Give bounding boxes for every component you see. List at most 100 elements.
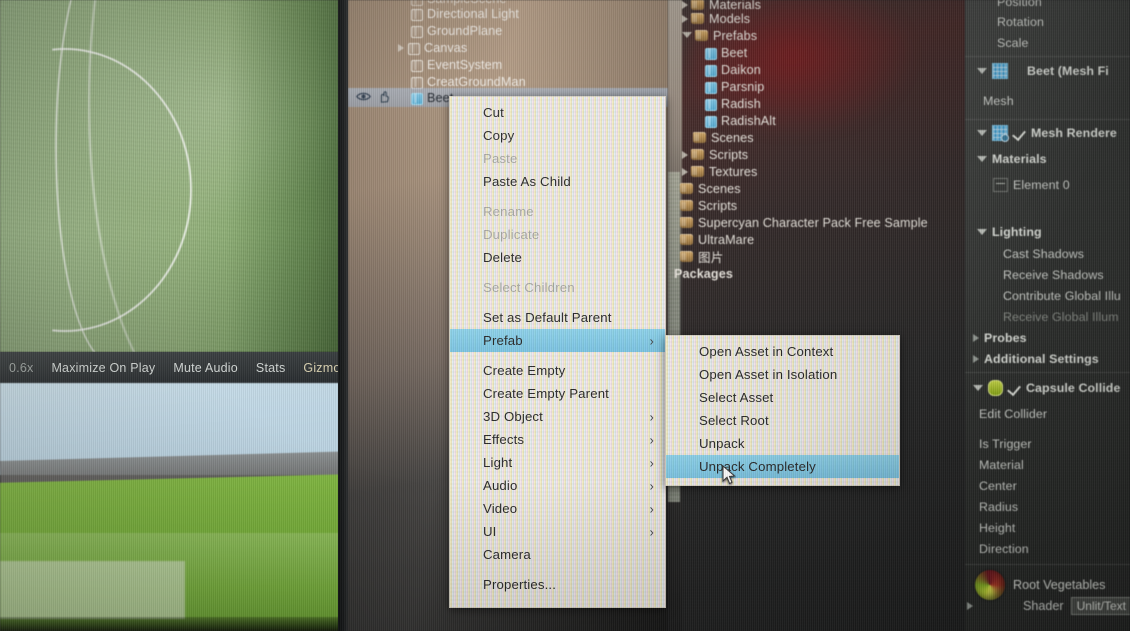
shader-dropdown[interactable]: Unlit/Text — [1070, 597, 1130, 615]
inspector-section-additional-settings[interactable]: Additional Settings — [965, 348, 1130, 369]
panel-splitter-left[interactable] — [338, 0, 348, 631]
menu-item-light[interactable]: Light › — [450, 451, 665, 474]
menu-item-create-empty-parent[interactable]: Create Empty Parent — [450, 382, 665, 405]
inspector-field-is-trigger[interactable]: Is Trigger — [965, 433, 1130, 454]
project-item-parsnip[interactable]: Parsnip — [668, 78, 965, 95]
game-view[interactable] — [0, 0, 346, 352]
menu-item-label: Properties... — [483, 577, 557, 592]
menu-item-properties[interactable]: Properties... — [450, 573, 665, 596]
submenu-item-unpack-completely[interactable]: Unpack Completely — [666, 455, 899, 478]
project-item-scripts-root[interactable]: Scripts — [668, 197, 965, 214]
project-item-beet[interactable]: Beet — [668, 44, 965, 61]
inspector-component-capsule-collider[interactable]: Capsule Collide — [965, 377, 1130, 398]
inspector-component-mesh-renderer[interactable]: Mesh Rendere — [965, 122, 1130, 143]
folder-icon — [680, 251, 693, 262]
project-panel[interactable]: Materials Models Prefabs Beet Daikon Par… — [668, 0, 965, 631]
context-menu[interactable]: Cut Copy Paste Paste As Child Rename Dup… — [449, 96, 666, 608]
inspector-section-lighting[interactable]: Lighting — [965, 221, 1130, 242]
chevron-right-icon[interactable] — [682, 0, 688, 9]
menu-item-effects[interactable]: Effects › — [450, 428, 665, 451]
project-item-models[interactable]: Models — [668, 10, 965, 27]
chevron-right-icon[interactable] — [398, 43, 404, 52]
menu-item-set-as-default-parent[interactable]: Set as Default Parent — [450, 306, 665, 329]
menu-item-label: Copy — [483, 128, 515, 143]
inspector-materials-element-0[interactable]: Element 0 — [965, 174, 1130, 195]
checkmark-icon[interactable] — [1013, 126, 1026, 139]
project-item-scripts-sub[interactable]: Scripts — [668, 146, 965, 163]
mute-audio-button[interactable]: Mute Audio — [164, 352, 247, 383]
project-item-packages[interactable]: Packages — [668, 265, 965, 282]
project-item-supercyan[interactable]: Supercyan Character Pack Free Sample — [668, 214, 965, 231]
inspector-field-mesh[interactable]: Mesh — [965, 90, 1130, 111]
menu-item-3d-object[interactable]: 3D Object › — [450, 405, 665, 428]
inspector-section-materials[interactable]: Materials — [965, 148, 1130, 169]
chevron-down-icon[interactable] — [973, 384, 983, 391]
hierarchy-item-eventsystem[interactable]: EventSystem — [348, 56, 668, 73]
inspector-field-cast-shadows[interactable]: Cast Shadows — [965, 243, 1130, 264]
inspector-field-height[interactable]: Height — [965, 517, 1130, 538]
project-item-radishalt[interactable]: RadishAlt — [668, 112, 965, 129]
project-item-textures[interactable]: Textures — [668, 163, 965, 180]
inspector-field-center[interactable]: Center — [965, 475, 1130, 496]
game-view-toolbar[interactable]: 0.6x Maximize On Play Mute Audio Stats G… — [0, 352, 364, 383]
scene-view[interactable] — [0, 383, 346, 631]
menu-item-copy[interactable]: Copy — [450, 124, 665, 147]
inspector-component-mesh-filter[interactable]: Beet (Mesh Fi — [965, 60, 1130, 81]
hierarchy-item-directional-light[interactable]: Directional Light — [348, 5, 668, 22]
menu-item-ui[interactable]: UI › — [450, 520, 665, 543]
project-item-prefabs[interactable]: Prefabs — [668, 27, 965, 44]
chevron-right-icon[interactable] — [967, 602, 973, 610]
checkmark-icon[interactable] — [1008, 381, 1021, 394]
field-label: Mesh — [983, 93, 1014, 108]
project-item-scenes-root[interactable]: Scenes — [668, 180, 965, 197]
inspector-field-radius[interactable]: Radius — [965, 496, 1130, 517]
chevron-down-icon[interactable] — [977, 129, 987, 136]
chevron-down-icon[interactable] — [977, 155, 987, 162]
chevron-down-icon[interactable] — [977, 67, 987, 74]
inspector-panel[interactable]: Position Rotation Scale Beet (Mesh Fi Me… — [965, 0, 1130, 631]
inspector-field-direction[interactable]: Direction — [965, 538, 1130, 559]
menu-item-camera[interactable]: Camera — [450, 543, 665, 566]
menu-item-prefab[interactable]: Prefab › — [450, 329, 665, 352]
submenu-item-select-asset[interactable]: Select Asset — [666, 386, 899, 409]
inspector-shader-row[interactable]: Shader Unlit/Text — [965, 597, 1130, 615]
inspector-field-rotation[interactable]: Rotation — [965, 11, 1130, 32]
submenu-item-open-asset-in-isolation[interactable]: Open Asset in Isolation — [666, 363, 899, 386]
chevron-right-icon[interactable] — [682, 150, 688, 159]
inspector-field-material[interactable]: Material — [965, 454, 1130, 475]
reorder-handle-icon[interactable] — [993, 177, 1008, 192]
submenu-item-open-asset-in-context[interactable]: Open Asset in Context — [666, 340, 899, 363]
inspector-edit-collider-button[interactable]: Edit Collider — [965, 403, 1130, 424]
submenu-item-select-root[interactable]: Select Root — [666, 409, 899, 432]
menu-item-audio[interactable]: Audio › — [450, 474, 665, 497]
hierarchy-item-groundplane[interactable]: GroundPlane — [348, 22, 668, 39]
submenu-item-unpack[interactable]: Unpack — [666, 432, 899, 455]
menu-item-paste-as-child[interactable]: Paste As Child — [450, 170, 665, 193]
chevron-right-icon[interactable] — [973, 354, 979, 363]
inspector-section-probes[interactable]: Probes — [965, 327, 1130, 348]
chevron-right-icon[interactable] — [682, 167, 688, 176]
project-item-ultramare[interactable]: UltraMare — [668, 231, 965, 248]
project-item-scenes-sub[interactable]: Scenes — [668, 129, 965, 146]
chevron-down-icon[interactable] — [977, 228, 987, 235]
inspector-field-receive-shadows[interactable]: Receive Shadows — [965, 264, 1130, 285]
chevron-right-icon[interactable] — [682, 14, 688, 23]
menu-item-video[interactable]: Video › — [450, 497, 665, 520]
menu-item-delete[interactable]: Delete — [450, 246, 665, 269]
project-item-radish[interactable]: Radish — [668, 95, 965, 112]
menu-item-create-empty[interactable]: Create Empty — [450, 359, 665, 382]
stats-button[interactable]: Stats — [247, 352, 295, 383]
menu-item-label: Camera — [483, 547, 531, 562]
inspector-field-contribute-gi[interactable]: Contribute Global Illu — [965, 285, 1130, 306]
menu-item-cut[interactable]: Cut — [450, 101, 665, 124]
chevron-down-icon[interactable] — [682, 31, 692, 38]
chevron-right-icon[interactable] — [973, 333, 979, 342]
field-label: Material — [979, 457, 1024, 472]
hierarchy-item-canvas[interactable]: Canvas — [348, 39, 668, 56]
project-item-daikon[interactable]: Daikon — [668, 61, 965, 78]
inspector-material-header[interactable]: Root Vegetables — [975, 570, 1130, 600]
inspector-field-scale[interactable]: Scale — [965, 32, 1130, 53]
maximize-on-play-button[interactable]: Maximize On Play — [42, 352, 164, 383]
prefab-submenu[interactable]: Open Asset in Context Open Asset in Isol… — [665, 335, 900, 486]
project-item-images-cn[interactable]: 图片 — [668, 248, 965, 265]
